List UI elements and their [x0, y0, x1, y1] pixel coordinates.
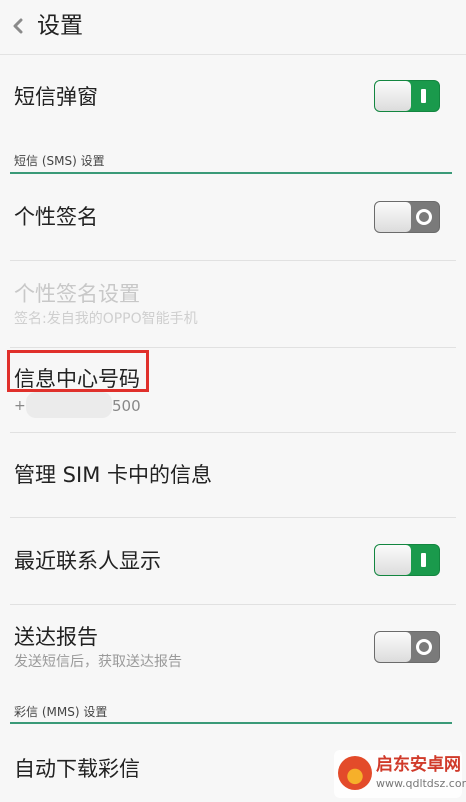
- row-label: 送达报告: [14, 625, 98, 649]
- app-header: 设置: [0, 0, 466, 55]
- settings-row-recent-contacts[interactable]: 最近联系人显示: [0, 518, 466, 604]
- recent-contacts-toggle[interactable]: [374, 544, 440, 576]
- page-title: 设置: [37, 13, 83, 39]
- sms-popup-toggle[interactable]: [374, 80, 440, 112]
- settings-row-manage-sim[interactable]: 管理 SIM 卡中的信息: [0, 433, 466, 517]
- settings-row-signature-settings[interactable]: 个性签名设置 签名:发自我的OPPO智能手机: [0, 261, 466, 347]
- settings-row-delivery-report[interactable]: 送达报告 发送短信后，获取送达报告: [0, 605, 466, 695]
- row-label: 管理 SIM 卡中的信息: [14, 463, 212, 487]
- toggle-on-icon: [421, 89, 426, 103]
- row-label: 个性签名: [14, 205, 98, 229]
- settings-row-sms-popup[interactable]: 短信弹窗: [0, 56, 466, 140]
- settings-row-signature[interactable]: 个性签名: [0, 176, 466, 260]
- chevron-left-icon: [13, 18, 23, 34]
- watermark-name: 启东安卓网: [376, 755, 461, 775]
- row-label: 短信弹窗: [14, 85, 98, 109]
- service-center-prefix: +: [14, 398, 26, 414]
- row-label: 最近联系人显示: [14, 549, 161, 573]
- toggle-on-icon: [421, 553, 426, 567]
- highlight-box: [7, 350, 149, 392]
- section-sms-header: 短信 (SMS) 设置: [0, 150, 466, 176]
- service-center-number: 500: [112, 397, 141, 415]
- toggle-off-icon: [416, 209, 432, 225]
- section-divider: [10, 172, 452, 174]
- toggle-off-icon: [416, 639, 432, 655]
- back-button[interactable]: [8, 12, 28, 40]
- row-label: 个性签名设置: [14, 282, 140, 306]
- watermark-logo-icon: [338, 756, 372, 790]
- delivery-report-toggle[interactable]: [374, 631, 440, 663]
- row-sublabel: 发送短信后，获取送达报告: [14, 654, 182, 670]
- redacted-number: [26, 392, 112, 418]
- watermark: 启东安卓网 www.qdltdsz.com: [334, 750, 466, 798]
- section-divider: [10, 722, 452, 724]
- section-title: 彩信 (MMS) 设置: [14, 705, 108, 719]
- watermark-url: www.qdltdsz.com: [376, 777, 466, 790]
- row-label: 自动下载彩信: [14, 757, 140, 781]
- section-title: 短信 (SMS) 设置: [14, 154, 105, 168]
- section-mms-header: 彩信 (MMS) 设置: [0, 700, 466, 726]
- row-sublabel: 签名:发自我的OPPO智能手机: [14, 311, 198, 327]
- signature-toggle[interactable]: [374, 201, 440, 233]
